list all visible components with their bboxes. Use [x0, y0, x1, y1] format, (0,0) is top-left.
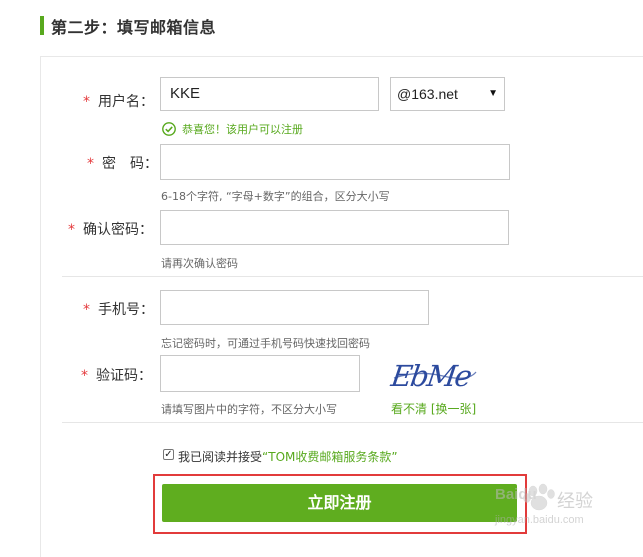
register-button[interactable]: 立即注册 — [162, 484, 517, 522]
captcha-hint: 请填写图片中的字符，不区分大小写 — [161, 403, 337, 416]
password-label-text: 密 码： — [102, 156, 158, 172]
captcha-label-text: 验证码： — [96, 368, 152, 384]
check-circle-icon — [162, 121, 176, 136]
captcha-refresh-link[interactable]: 看不清 [换一张] — [391, 400, 476, 417]
watermark-url: jingyan.baidu.com — [494, 514, 584, 526]
phone-input[interactable] — [160, 290, 429, 325]
confirm-password-input[interactable] — [160, 210, 509, 245]
domain-select-value: @163.net — [397, 86, 458, 102]
required-mark: * — [81, 368, 88, 384]
phone-label: * 手机号： — [83, 299, 154, 319]
watermark-brand: Baidu — [495, 486, 537, 503]
confirm-password-label-text: 确认密码： — [83, 222, 153, 238]
username-available-text: 恭喜您！该用户可以注册 — [182, 123, 303, 136]
section-accent-bar — [40, 16, 44, 35]
section-title: 第二步：填写邮箱信息 — [51, 18, 217, 37]
phone-label-text: 手机号： — [98, 302, 154, 318]
domain-select[interactable]: @163.net ▼ — [390, 77, 505, 111]
password-label: * 密 码： — [87, 153, 158, 173]
username-label-text: 用户名： — [98, 94, 154, 110]
terms-link[interactable]: “TOM收费邮箱服务条款” — [262, 450, 398, 464]
captcha-image[interactable]: EbMe — [388, 356, 478, 393]
watermark-text: 经验 — [557, 491, 593, 511]
agreement-text: 我已阅读并接受“TOM收费邮箱服务条款” — [178, 448, 398, 465]
password-hint: 6-18个字符, “字母+数字”的组合，区分大小写 — [161, 190, 390, 203]
required-mark: * — [83, 302, 90, 318]
confirm-password-hint: 请再次确认密码 — [161, 257, 238, 270]
baidu-jingyan-watermark: Baidu 经验 jingyan.baidu.com — [493, 481, 643, 531]
divider — [62, 276, 643, 277]
password-input[interactable] — [160, 144, 510, 180]
divider — [62, 422, 643, 423]
confirm-password-label: * 确认密码： — [68, 219, 153, 239]
username-input[interactable]: KKE — [160, 77, 379, 111]
captcha-input[interactable] — [160, 355, 360, 392]
agreement-prefix: 我已阅读并接受 — [178, 450, 263, 464]
captcha-label: * 验证码： — [81, 365, 152, 385]
username-value: KKE — [170, 85, 201, 102]
required-mark: * — [83, 94, 90, 110]
username-label: * 用户名： — [83, 91, 154, 111]
required-mark: * — [87, 156, 94, 172]
chevron-down-icon: ▼ — [488, 88, 498, 99]
agreement-checkbox[interactable]: ✓ — [163, 449, 174, 460]
required-mark: * — [68, 222, 75, 238]
phone-hint: 忘记密码时，可通过手机号码快速找回密码 — [161, 337, 370, 350]
